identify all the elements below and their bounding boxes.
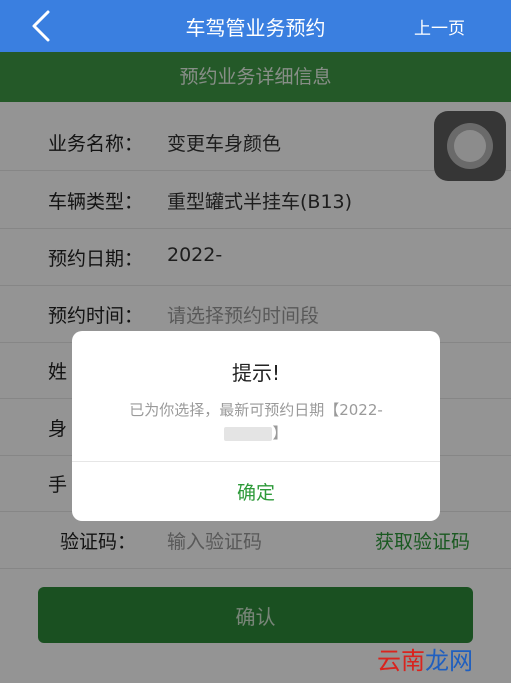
watermark-text-blue: 龙网 [425, 647, 473, 675]
dialog-message-text: 已为你选择，最新可预约日期【2022- [129, 401, 383, 419]
dialog-ok-button[interactable]: 确定 [72, 462, 440, 520]
dialog-message-end: 】 [272, 424, 288, 442]
watermark-text-red: 云南 [377, 647, 425, 675]
dialog-title: 提示! [231, 361, 281, 385]
site-watermark-logo: 云南龙网 [377, 641, 473, 676]
previous-page-link[interactable]: 上一页 [414, 14, 465, 39]
alert-dialog: 提示! 已为你选择，最新可预约日期【2022- 】 确定 [72, 331, 440, 521]
redacted-date-block [224, 426, 273, 441]
top-nav-bar: 车驾管业务预约 上一页 [0, 0, 511, 52]
dialog-message: 已为你选择，最新可预约日期【2022- 】 [102, 399, 410, 445]
